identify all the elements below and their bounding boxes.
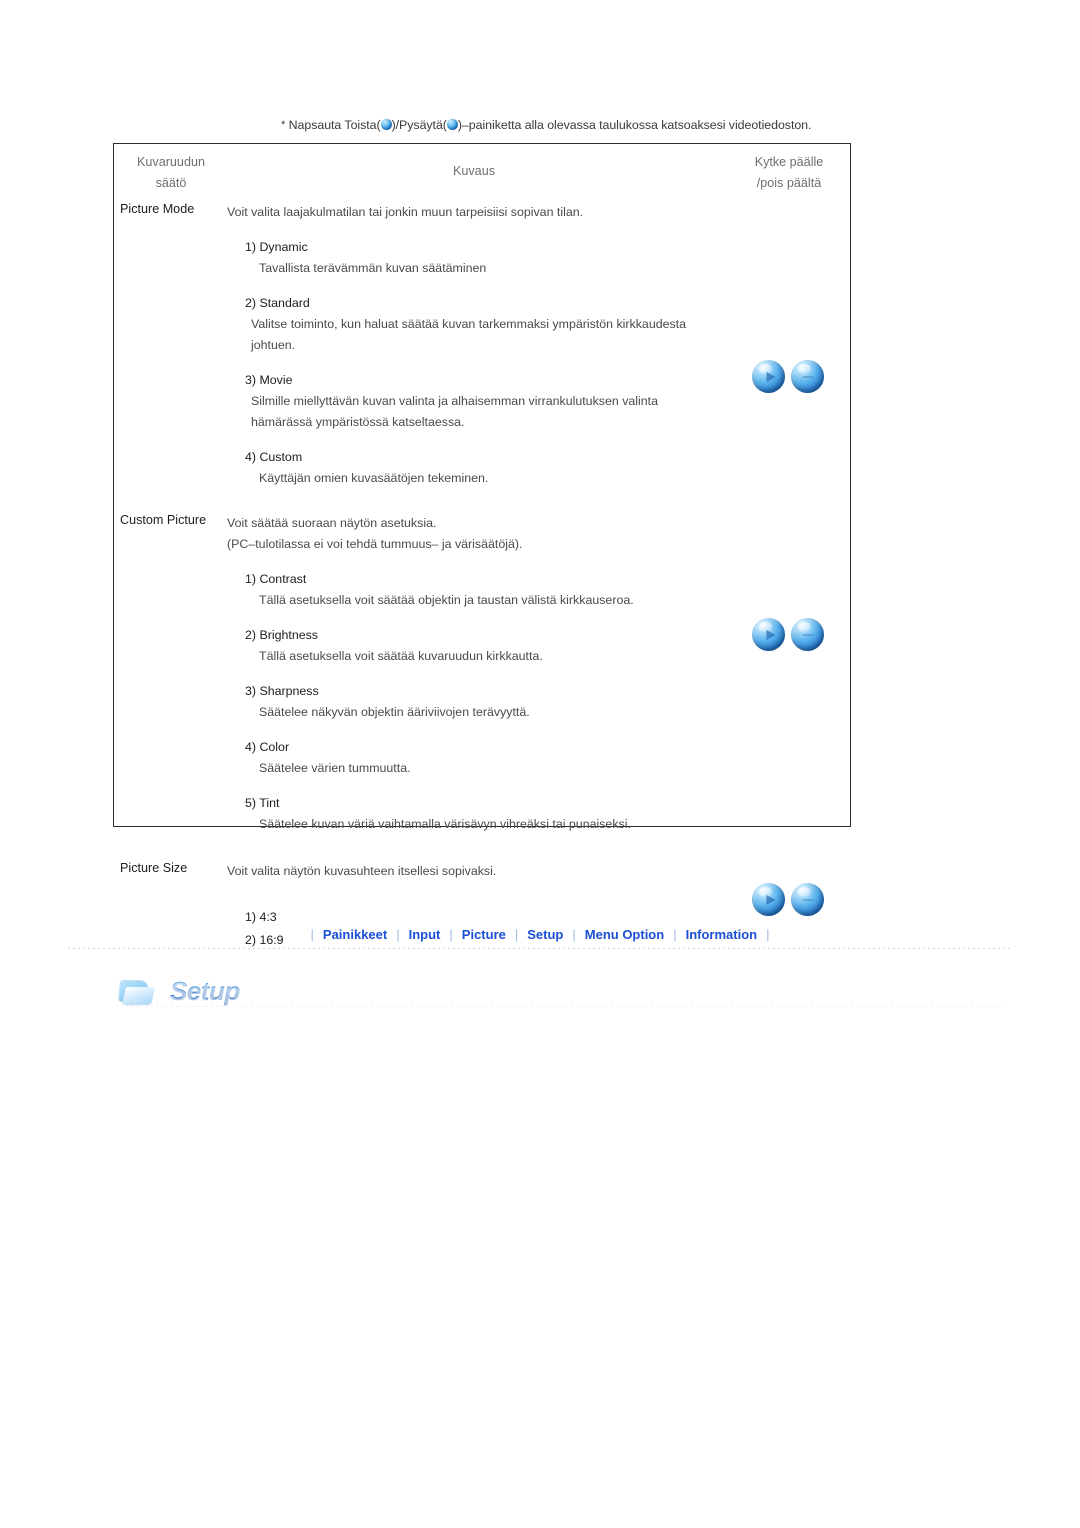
ball-highlight — [797, 363, 812, 374]
page-title: Setup — [170, 976, 240, 1006]
table-row: Picture Mode Voit valita laajakulmatilan… — [114, 200, 850, 489]
nav-link-picture[interactable]: Picture — [462, 927, 506, 942]
play-triangle-icon — [766, 371, 775, 382]
note-text-part2: )/Pysäytä( — [391, 118, 447, 132]
option-body-sharpness: Säätelee näkyvän objektin ääriviivojen t… — [259, 705, 530, 719]
option-head-contrast: 1) Contrast — [245, 572, 307, 586]
play-triangle-icon — [766, 629, 775, 640]
picture-mode-media-buttons — [752, 360, 824, 394]
nav-separator: | — [673, 927, 677, 942]
row-lead-text-2: (PC–tulotilassa ei voi tehdä tummuus– ja… — [227, 537, 523, 551]
nav-link-input[interactable]: Input — [409, 927, 441, 942]
nav-link-painikkeet[interactable]: Painikkeet — [323, 927, 387, 942]
custom-picture-media-buttons — [752, 618, 824, 652]
row-description-picture-mode: Voit valita laajakulmatilan tai jonkin m… — [227, 202, 720, 489]
option-head-movie: 3) Movie — [245, 373, 293, 387]
nav-link-information[interactable]: Information — [686, 927, 758, 942]
option-body-contrast: Tällä asetuksella voit säätää objektin j… — [259, 593, 634, 607]
option-head-standard: 2) Standard — [245, 296, 310, 310]
pause-bar-icon — [802, 633, 813, 636]
column-header-setting: Kuvaruudun säätö — [137, 155, 205, 190]
row-description-custom-picture: Voit säätää suoraan näytön asetuksia. (P… — [227, 513, 720, 835]
play-button[interactable] — [752, 360, 785, 393]
pause-ball-icon[interactable] — [446, 119, 458, 130]
divider-line — [68, 948, 1012, 949]
ball-highlight — [797, 621, 812, 632]
video-note: * Napsauta Toista()/Pysäytä()–painiketta… — [281, 118, 811, 132]
option-body-color: Säätelee värien tummuutta. — [259, 761, 411, 775]
pause-bar-icon — [802, 375, 813, 378]
row-lead-text: Voit valita laajakulmatilan tai jonkin m… — [227, 205, 584, 219]
option-body-brightness: Tällä asetuksella voit säätää kuvaruudun… — [259, 649, 543, 663]
option-head-color: 4) Color — [245, 740, 290, 754]
nav-separator: | — [396, 927, 400, 942]
nav-separator: | — [572, 927, 576, 942]
row-lead-text: Voit valita näytön kuvasuhteen itsellesi… — [227, 864, 497, 878]
nav-link-menu-option[interactable]: Menu Option — [585, 927, 664, 942]
nav-separator: | — [310, 927, 314, 942]
table-header-row: Kuvaruudun säätö Kuvaus Kytke päälle /po… — [114, 144, 850, 200]
play-button[interactable] — [752, 618, 785, 651]
divider-line-lower — [116, 1006, 1006, 1007]
pause-button[interactable] — [791, 360, 824, 393]
option-head-custom: 4) Custom — [245, 450, 303, 464]
nav-separator: | — [766, 927, 770, 942]
row-lead-text: Voit säätää suoraan näytön asetuksia. — [227, 516, 437, 530]
play-button[interactable] — [752, 883, 785, 916]
row-label-picture-size: Picture Size — [120, 861, 188, 875]
play-ball-icon[interactable] — [380, 119, 392, 130]
option-body-dynamic: Tavallista terävämmän kuvan säätäminen — [259, 261, 487, 275]
option-head-dynamic: 1) Dynamic — [245, 240, 308, 254]
nav-separator: | — [449, 927, 453, 942]
row-label-picture-mode: Picture Mode — [120, 202, 195, 216]
option-body-tint: Säätelee kuvan väriä vaihtamalla värisäv… — [259, 817, 631, 831]
option-head-brightness: 2) Brightness — [245, 628, 319, 642]
nav-link-setup[interactable]: Setup — [527, 927, 563, 942]
ball-highlight — [797, 886, 812, 897]
nav-separator: | — [514, 927, 519, 942]
folder-front-shape — [122, 987, 155, 1004]
option-head-sharpness: 3) Sharpness — [245, 684, 319, 698]
picture-size-media-buttons — [752, 883, 824, 917]
section-navigation: | Painikkeet | Input | Picture | Setup | Menu Opt… — [0, 927, 1080, 942]
column-header-toggle: Kytke päälle /pois päältä — [754, 155, 824, 190]
note-text-part1: Napsauta Toista( — [285, 118, 381, 132]
column-header-description: Kuvaus — [452, 164, 495, 178]
pause-button[interactable] — [791, 883, 824, 916]
note-text-part3: )–painiketta alla olevassa taulukossa ka… — [457, 118, 812, 132]
picture-settings-table: Kuvaruudun säätö Kuvaus Kytke päälle /po… — [113, 143, 851, 947]
folder-icon — [118, 978, 158, 1008]
option-body-standard: Valitse toiminto, kun haluat säätää kuva… — [251, 317, 687, 352]
pause-button[interactable] — [791, 618, 824, 651]
table-row: Custom Picture Voit säätää suoraan näytö… — [114, 513, 850, 835]
size-option-4-3: 1) 4:3 — [245, 910, 277, 924]
row-label-custom-picture: Custom Picture — [120, 513, 207, 527]
option-body-movie: Silmille miellyttävän kuvan valinta ja a… — [251, 394, 659, 429]
pause-bar-icon — [802, 898, 813, 901]
option-head-tint: 5) Tint — [245, 796, 280, 810]
play-triangle-icon — [766, 894, 775, 905]
option-body-custom: Käyttäjän omien kuvasäätöjen tekeminen. — [259, 471, 489, 485]
